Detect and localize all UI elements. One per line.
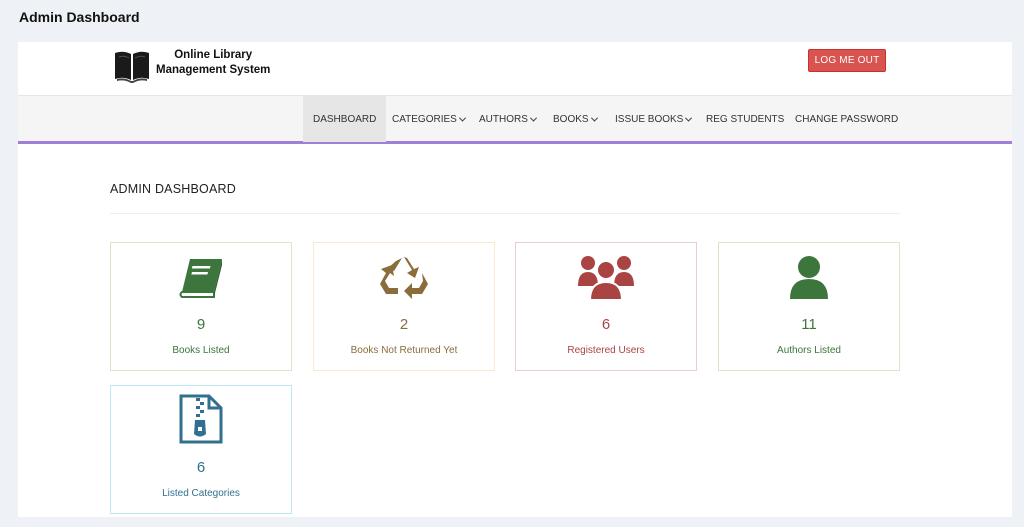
logout-button[interactable]: LOG ME OUT — [808, 49, 886, 72]
chevron-down-icon — [458, 114, 466, 122]
nav-item-label: BOOKS — [553, 113, 589, 125]
brand-title: Online Library Management System — [156, 48, 270, 78]
recycle-icon — [376, 255, 432, 301]
stat-count: 6 — [196, 459, 206, 476]
nav-item-change-password[interactable]: CHANGE PASSWORD — [785, 96, 908, 142]
stat-card-books-not-returned[interactable]: 2 Books Not Returned Yet — [313, 242, 495, 371]
stat-count: 2 — [399, 316, 409, 333]
nav-item-authors[interactable]: AUTHORS — [469, 96, 546, 142]
brand-line-2: Management System — [156, 64, 271, 76]
nav-item-label: AUTHORS — [479, 113, 528, 125]
nav-item-issue-books[interactable]: ISSUE BOOKS — [605, 96, 701, 142]
nav-item-label: ISSUE BOOKS — [615, 113, 684, 125]
page-title: ADMIN DASHBOARD — [110, 182, 236, 196]
nav-item-label: CHANGE PASSWORD — [795, 113, 899, 125]
nav-item-label: REG STUDENTS — [706, 113, 785, 125]
stat-label: Books Listed — [172, 345, 230, 356]
nav-item-categories[interactable]: CATEGORIES — [382, 96, 475, 142]
stat-count: 6 — [601, 316, 611, 333]
stat-label: Authors Listed — [777, 345, 841, 356]
header: Online Library Management System LOG ME … — [18, 42, 1012, 95]
stat-card-authors-listed[interactable]: 11 Authors Listed — [718, 242, 900, 371]
stat-label: Registered Users — [567, 345, 645, 356]
nav-item-books[interactable]: BOOKS — [543, 96, 607, 142]
nav-item-label: CATEGORIES — [392, 113, 457, 125]
brand-line-1: Online Library — [174, 49, 253, 61]
zip-file-icon — [173, 394, 229, 444]
app-frame: Online Library Management System LOG ME … — [18, 42, 1012, 517]
divider — [110, 213, 900, 214]
window-title: Admin Dashboard — [19, 9, 140, 25]
nav-item-dashboard[interactable]: DASHBOARD — [303, 96, 387, 142]
nav-item-reg-students[interactable]: REG STUDENTS — [696, 96, 794, 142]
book-icon — [173, 255, 229, 301]
chevron-down-icon — [685, 114, 693, 122]
chevron-down-icon — [529, 114, 537, 122]
stat-label: Books Not Returned Yet — [350, 345, 458, 356]
stat-card-registered-users[interactable]: 6 Registered Users — [515, 242, 697, 371]
stat-card-listed-categories[interactable]: 6 Listed Categories — [110, 385, 292, 514]
stat-card-books-listed[interactable]: 9 Books Listed — [110, 242, 292, 371]
stat-count: 11 — [801, 316, 817, 333]
nav-item-label: DASHBOARD — [313, 113, 377, 125]
users-icon — [578, 255, 634, 301]
user-icon — [781, 255, 837, 301]
open-book-icon — [113, 49, 151, 83]
stat-count: 9 — [196, 316, 206, 333]
stat-label: Listed Categories — [162, 488, 240, 499]
chevron-down-icon — [590, 114, 598, 122]
main-nav: DASHBOARD CATEGORIES AUTHORS BOOKS ISSUE… — [18, 95, 1012, 144]
